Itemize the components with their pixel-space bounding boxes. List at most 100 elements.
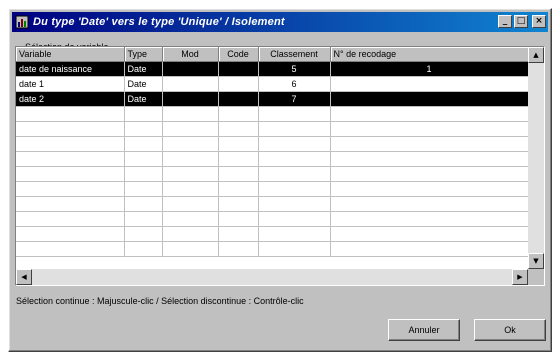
empty-row — [16, 136, 528, 152]
empty-cell — [16, 121, 125, 137]
empty-row — [16, 166, 528, 182]
empty-cell — [218, 166, 259, 182]
empty-cell — [258, 166, 331, 182]
empty-cell — [218, 151, 259, 167]
cell-recodage[interactable] — [330, 91, 528, 107]
arrow-up-icon: ▲ — [533, 51, 539, 59]
variable-grid[interactable]: Variable Type Mod Code Classement N° de … — [15, 46, 545, 286]
empty-cell — [162, 226, 219, 242]
cell-classement[interactable]: 6 — [258, 76, 331, 92]
selection-hint: Sélection continue : Majuscule-clic / Sé… — [16, 296, 304, 306]
empty-cell — [330, 136, 528, 152]
empty-cell — [124, 151, 163, 167]
cell-variable[interactable]: date 1 — [16, 76, 125, 92]
cell-variable[interactable]: date 2 — [16, 91, 125, 107]
cell-recodage[interactable] — [330, 76, 528, 92]
table-row[interactable]: date 2 Date 7 — [16, 91, 528, 107]
scrollbar-corner — [528, 269, 544, 285]
empty-cell — [218, 136, 259, 152]
window-title: Du type 'Date' vers le type 'Unique' / I… — [33, 16, 285, 28]
minimize-icon: _ — [502, 16, 508, 26]
scroll-down-button[interactable]: ▼ — [528, 253, 544, 269]
empty-cell — [258, 136, 331, 152]
empty-cell — [16, 106, 125, 122]
empty-cell — [218, 106, 259, 122]
empty-cell — [124, 226, 163, 242]
empty-cell — [330, 211, 528, 227]
header-row: Variable Type Mod Code Classement N° de … — [16, 47, 528, 62]
empty-cell — [124, 211, 163, 227]
empty-cell — [330, 106, 528, 122]
empty-row — [16, 121, 528, 137]
column-header-type[interactable]: Type — [124, 47, 163, 62]
empty-cell — [330, 226, 528, 242]
title-bar[interactable]: Du type 'Date' vers le type 'Unique' / I… — [12, 12, 548, 32]
empty-cell — [124, 121, 163, 137]
close-button[interactable]: × — [532, 15, 546, 28]
cell-variable[interactable]: date de naissance — [16, 61, 125, 77]
column-header-variable[interactable]: Variable — [16, 47, 125, 62]
cell-code[interactable] — [218, 91, 259, 107]
empty-cell — [330, 121, 528, 137]
empty-cell — [162, 136, 219, 152]
empty-cell — [162, 106, 219, 122]
empty-cell — [162, 241, 219, 257]
empty-cell — [218, 241, 259, 257]
variable-table: Variable Type Mod Code Classement N° de … — [16, 47, 528, 257]
empty-cell — [16, 241, 125, 257]
table-row[interactable]: date de naissance Date 5 1 — [16, 61, 528, 77]
cell-recodage[interactable]: 1 — [330, 61, 528, 77]
cell-mod[interactable] — [162, 76, 219, 92]
empty-cell — [162, 166, 219, 182]
empty-row — [16, 181, 528, 197]
arrow-down-icon: ▼ — [533, 257, 539, 265]
scroll-left-button[interactable]: ◀ — [16, 269, 32, 285]
horizontal-scrollbar[interactable]: ◀ ▶ — [16, 269, 528, 285]
empty-cell — [218, 121, 259, 137]
ok-button[interactable]: Ok — [474, 319, 546, 341]
cell-code[interactable] — [218, 76, 259, 92]
cell-mod[interactable] — [162, 91, 219, 107]
empty-cell — [330, 166, 528, 182]
maximize-button[interactable]: □ — [514, 15, 528, 28]
empty-cell — [162, 211, 219, 227]
empty-cell — [258, 211, 331, 227]
empty-cell — [330, 151, 528, 167]
empty-cell — [16, 211, 125, 227]
cancel-button[interactable]: Annuler — [388, 319, 460, 341]
cell-type[interactable]: Date — [124, 61, 163, 77]
empty-cell — [16, 166, 125, 182]
column-header-classement[interactable]: Classement — [258, 47, 331, 62]
minimize-button[interactable]: _ — [498, 15, 512, 28]
empty-cell — [16, 136, 125, 152]
column-header-mod[interactable]: Mod — [162, 47, 219, 62]
app-icon — [15, 15, 29, 29]
empty-cell — [124, 106, 163, 122]
cell-type[interactable]: Date — [124, 91, 163, 107]
empty-cell — [258, 226, 331, 242]
cell-classement[interactable]: 7 — [258, 91, 331, 107]
column-header-code[interactable]: Code — [218, 47, 259, 62]
cell-code[interactable] — [218, 61, 259, 77]
empty-cell — [124, 181, 163, 197]
table-row[interactable]: date 1 Date 6 — [16, 76, 528, 92]
arrow-left-icon: ◀ — [21, 273, 27, 281]
empty-cell — [218, 211, 259, 227]
vertical-scrollbar[interactable]: ▲ ▼ — [528, 47, 544, 269]
empty-cell — [162, 121, 219, 137]
empty-row — [16, 196, 528, 212]
cell-mod[interactable] — [162, 61, 219, 77]
scroll-right-button[interactable]: ▶ — [512, 269, 528, 285]
cell-type[interactable]: Date — [124, 76, 163, 92]
empty-cell — [162, 151, 219, 167]
empty-cell — [258, 106, 331, 122]
empty-cell — [330, 181, 528, 197]
close-icon: × — [535, 16, 543, 26]
column-header-recodage[interactable]: N° de recodage — [330, 47, 528, 62]
empty-cell — [330, 196, 528, 212]
cell-classement[interactable]: 5 — [258, 61, 331, 77]
arrow-right-icon: ▶ — [517, 273, 523, 281]
empty-cell — [330, 241, 528, 257]
empty-cell — [258, 196, 331, 212]
scroll-up-button[interactable]: ▲ — [528, 47, 544, 63]
